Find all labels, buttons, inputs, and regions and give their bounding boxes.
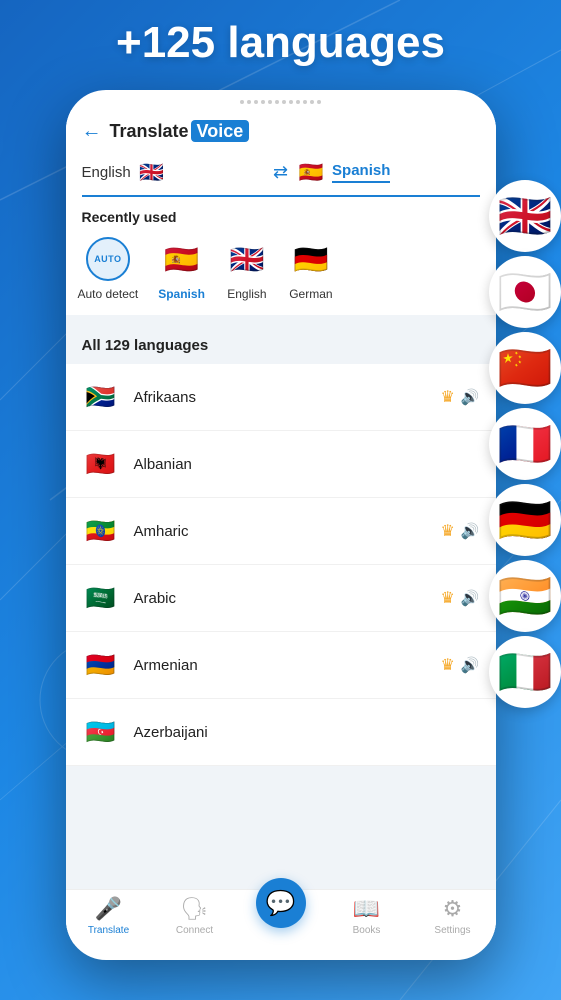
list-item[interactable]: 🇦🇿 Azerbaijani xyxy=(66,699,496,766)
top-bar: ← TranslateVoice English 🇬🇧 ⇄ 🇪🇸 Spanish xyxy=(66,110,496,197)
afrikaans-name: Afrikaans xyxy=(134,389,427,406)
floating-de-flag: 🇩🇪 xyxy=(489,484,561,556)
german-flag: 🇩🇪 xyxy=(289,237,333,281)
connect-nav-label: Connect xyxy=(176,925,213,936)
to-language[interactable]: 🇪🇸 Spanish xyxy=(296,157,479,187)
recent-item-english[interactable]: 🇬🇧 English xyxy=(225,237,269,301)
nav-item-books[interactable]: 📖 Books xyxy=(324,896,410,936)
books-nav-label: Books xyxy=(353,925,381,936)
crown-icon: ♛ xyxy=(440,387,454,407)
speaker-icon: 🔊 xyxy=(461,589,480,607)
floating-flags: 🇬🇧 🇯🇵 🇨🇳 🇫🇷 🇩🇪 🇮🇳 🇮🇹 xyxy=(489,180,561,712)
armenian-name: Armenian xyxy=(134,657,427,674)
recently-used-title: Recently used xyxy=(66,197,496,233)
nav-item-connect[interactable]: 🗣 Connect xyxy=(152,896,238,936)
albanian-name: Albanian xyxy=(134,456,466,473)
spanish-label: Spanish xyxy=(158,287,205,301)
app-content: ← TranslateVoice English 🇬🇧 ⇄ 🇪🇸 Spanish xyxy=(66,110,496,944)
center-nav-button[interactable]: 💬 xyxy=(256,878,306,928)
azerbaijani-flag: 🇦🇿 xyxy=(82,713,120,751)
connect-nav-icon: 🗣 xyxy=(181,896,209,922)
books-nav-icon: 📖 xyxy=(353,896,380,922)
phone-notch xyxy=(66,90,496,110)
armenian-icons: ♛ 🔊 xyxy=(440,655,479,675)
recent-item-auto[interactable]: AUTO Auto detect xyxy=(78,237,139,301)
list-item[interactable]: 🇿🇦 Afrikaans ♛ 🔊 xyxy=(66,364,496,431)
afrikaans-flag: 🇿🇦 xyxy=(82,378,120,416)
list-item[interactable]: 🇪🇹 Amharic ♛ 🔊 xyxy=(66,498,496,565)
from-language-name: English xyxy=(82,164,131,181)
recently-used-section: Recently used AUTO Auto detect 🇪🇸 Spanis… xyxy=(66,197,496,315)
list-item[interactable]: 🇦🇱 Albanian xyxy=(66,431,496,498)
speaker-icon: 🔊 xyxy=(461,656,480,674)
to-language-flag: 🇪🇸 xyxy=(296,157,326,187)
arabic-name: Arabic xyxy=(134,590,427,607)
amharic-flag: 🇪🇹 xyxy=(82,512,120,550)
arabic-flag: 🇸🇦 xyxy=(82,579,120,617)
english-flag: 🇬🇧 xyxy=(225,237,269,281)
translate-nav-icon: 🎤 xyxy=(95,896,122,922)
floating-uk-flag: 🇬🇧 xyxy=(489,180,561,252)
settings-nav-label: Settings xyxy=(434,925,470,936)
floating-in-flag: 🇮🇳 xyxy=(489,560,561,632)
swap-languages-button[interactable]: ⇄ xyxy=(273,162,288,183)
arabic-icons: ♛ 🔊 xyxy=(440,588,479,608)
floating-fr-flag: 🇫🇷 xyxy=(489,408,561,480)
crown-icon: ♛ xyxy=(440,588,454,608)
azerbaijani-name: Azerbaijani xyxy=(134,724,466,741)
app-logo-translate: Translate xyxy=(110,121,189,141)
floating-cn-flag: 🇨🇳 xyxy=(489,332,561,404)
from-language[interactable]: English 🇬🇧 xyxy=(82,157,265,187)
nav-item-center[interactable]: 💬 xyxy=(238,896,324,936)
speaker-icon: 🔊 xyxy=(461,388,480,406)
floating-it-flag: 🇮🇹 xyxy=(489,636,561,708)
crown-icon: ♛ xyxy=(440,655,454,675)
list-item[interactable]: 🇦🇲 Armenian ♛ 🔊 xyxy=(66,632,496,699)
speaker-icon: 🔊 xyxy=(461,522,480,540)
all-languages-title: All 129 languages xyxy=(66,323,496,364)
app-logo-voice: Voice xyxy=(191,120,250,142)
to-language-name: Spanish xyxy=(332,162,390,183)
recent-item-german[interactable]: 🇩🇪 German xyxy=(289,237,333,301)
auto-detect-badge: AUTO xyxy=(86,237,130,281)
language-selector: English 🇬🇧 ⇄ 🇪🇸 Spanish xyxy=(82,151,480,197)
all-languages-section: All 129 languages 🇿🇦 Afrikaans ♛ 🔊 🇦🇱 Al… xyxy=(66,323,496,889)
afrikaans-icons: ♛ 🔊 xyxy=(440,387,479,407)
german-label: German xyxy=(289,287,332,301)
armenian-flag: 🇦🇲 xyxy=(82,646,120,684)
amharic-name: Amharic xyxy=(134,523,427,540)
from-language-flag: 🇬🇧 xyxy=(137,157,167,187)
amharic-icons: ♛ 🔊 xyxy=(440,521,479,541)
albanian-flag: 🇦🇱 xyxy=(82,445,120,483)
page-title: +125 languages xyxy=(0,18,561,68)
list-item[interactable]: 🇸🇦 Arabic ♛ 🔊 xyxy=(66,565,496,632)
back-arrow-icon[interactable]: ← xyxy=(82,120,102,143)
spanish-flag: 🇪🇸 xyxy=(160,237,204,281)
settings-nav-icon: ⚙ xyxy=(443,896,463,922)
crown-icon: ♛ xyxy=(440,521,454,541)
auto-detect-label: Auto detect xyxy=(78,287,139,301)
recent-items-list: AUTO Auto detect 🇪🇸 Spanish 🇬🇧 English 🇩… xyxy=(66,233,496,315)
nav-item-translate[interactable]: 🎤 Translate xyxy=(66,896,152,936)
bottom-navigation: 🎤 Translate 🗣 Connect 💬 📖 Books ⚙ Settin… xyxy=(66,889,496,944)
language-list: 🇿🇦 Afrikaans ♛ 🔊 🇦🇱 Albanian 🇪🇹 Amharic xyxy=(66,364,496,766)
translate-nav-label: Translate xyxy=(88,925,129,936)
phone-frame: ← TranslateVoice English 🇬🇧 ⇄ 🇪🇸 Spanish xyxy=(66,90,496,960)
nav-item-settings[interactable]: ⚙ Settings xyxy=(410,896,496,936)
recent-item-spanish[interactable]: 🇪🇸 Spanish xyxy=(158,237,205,301)
english-label: English xyxy=(227,287,266,301)
floating-jp-flag: 🇯🇵 xyxy=(489,256,561,328)
